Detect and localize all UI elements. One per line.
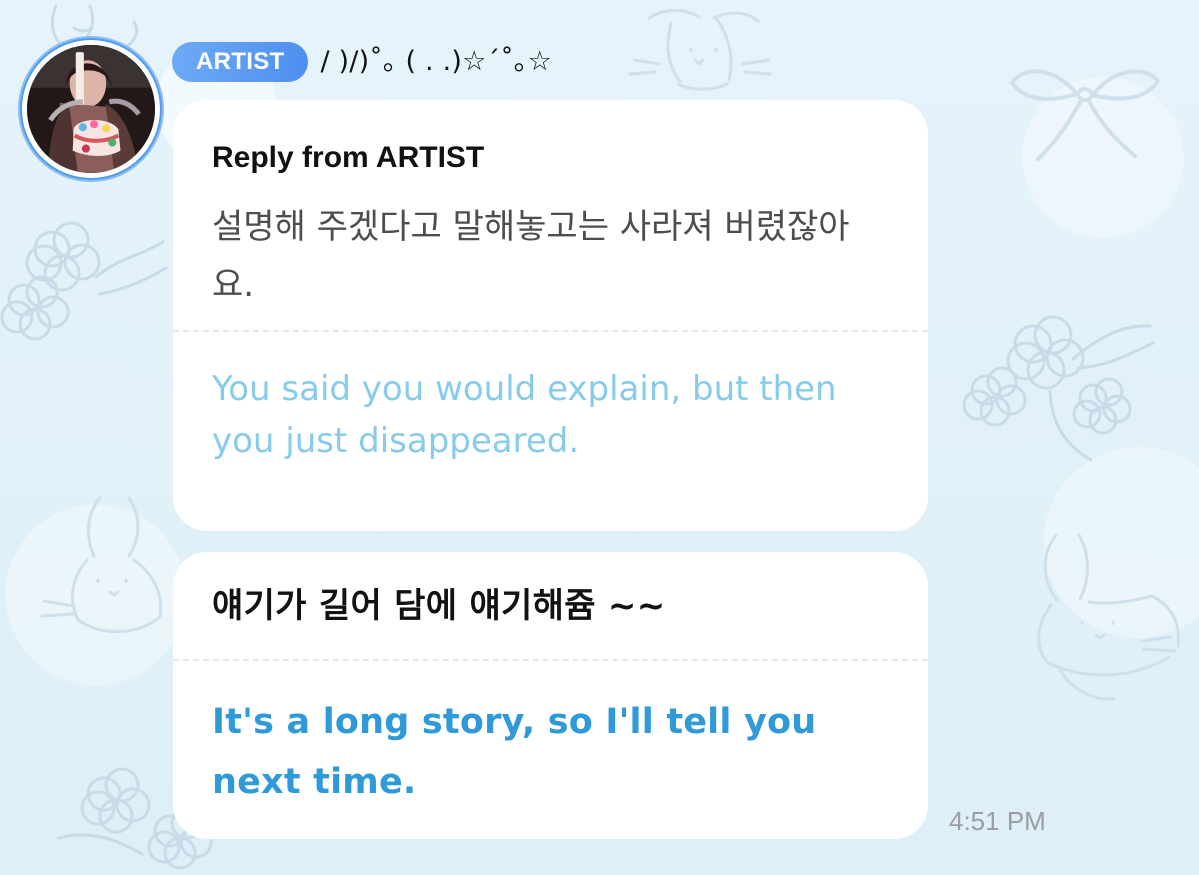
artist-badge: ARTIST (172, 42, 309, 82)
message-translation: It's a long story, so I'll tell you next… (212, 702, 817, 802)
reply-original-text: 설명해 주겠다고 말해놓고는 사라져 버렸잖아요. (212, 206, 850, 305)
artist-name: / )/)˚｡ ( . .)☆´˚｡☆ (320, 46, 553, 77)
message-content: 얘기가 길어 담에 얘기해쥼 ~~ (173, 582, 928, 630)
reply-content: Reply from ARTIST 설명해 주겠다고 말해놓고는 사라져 버렸잖… (173, 142, 928, 314)
reply-translation: You said you would explain, but then you… (212, 368, 837, 461)
message-divider (173, 659, 928, 661)
avatar-frame (22, 40, 160, 178)
message-bubble[interactable]: 얘기가 길어 담에 얘기해쥼 ~~ It's a long story, so … (173, 552, 928, 839)
message-timestamp: 4:51 PM (949, 806, 1046, 836)
message-translation-section: It's a long story, so I'll tell you next… (173, 692, 928, 812)
avatar[interactable] (18, 36, 164, 182)
message-original-text: 얘기가 길어 담에 얘기해쥼 ~~ (212, 586, 666, 626)
reply-bubble[interactable]: Reply from ARTIST 설명해 주겠다고 말해놓고는 사라져 버렸잖… (173, 100, 928, 531)
reply-label: Reply from ARTIST (212, 141, 485, 174)
reply-translation-section: You said you would explain, but then you… (173, 363, 928, 467)
reply-divider (173, 329, 928, 332)
message-header: ARTIST / )/)˚｡ ( . .)☆´˚｡☆ (172, 42, 552, 82)
profile-photo-icon (27, 45, 155, 173)
profile-photo (27, 45, 155, 173)
